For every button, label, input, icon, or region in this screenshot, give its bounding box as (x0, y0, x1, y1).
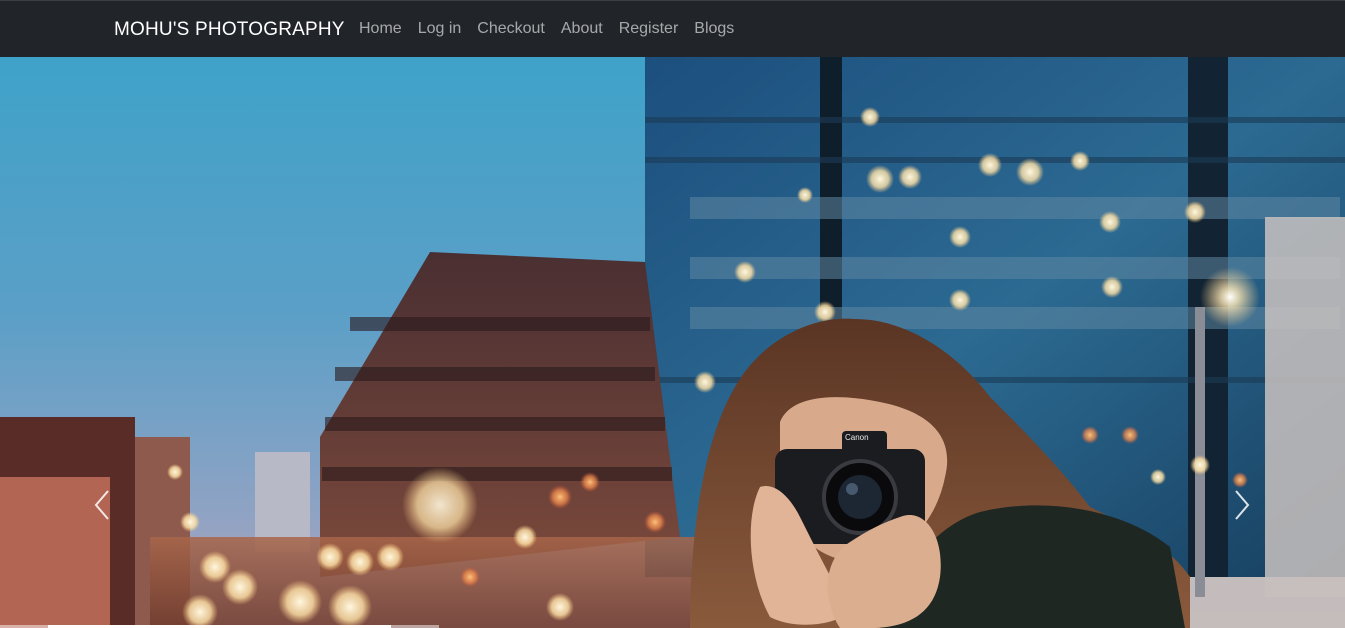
hero-carousel: Canon (0, 57, 1345, 628)
chevron-right-icon (1235, 490, 1250, 520)
brand-logo-link[interactable]: MOHU'S PHOTOGRAPHY (114, 19, 345, 41)
carousel-slide-image: Canon (0, 57, 1345, 628)
chevron-left-icon (94, 490, 109, 520)
nav-link-about[interactable]: About (561, 20, 603, 38)
nav-links: Home Log in Checkout About Register Blog… (359, 20, 750, 38)
carousel-prev-button[interactable] (82, 477, 122, 533)
nav-link-login[interactable]: Log in (418, 20, 462, 38)
camera-brand-label: Canon (845, 433, 869, 442)
nav-link-checkout[interactable]: Checkout (477, 20, 545, 38)
nav-link-register[interactable]: Register (619, 20, 679, 38)
carousel-next-button[interactable] (1222, 477, 1262, 533)
nav-link-home[interactable]: Home (359, 20, 402, 38)
nav-link-blogs[interactable]: Blogs (694, 20, 734, 38)
navbar: MOHU'S PHOTOGRAPHY Home Log in Checkout … (0, 0, 1345, 57)
